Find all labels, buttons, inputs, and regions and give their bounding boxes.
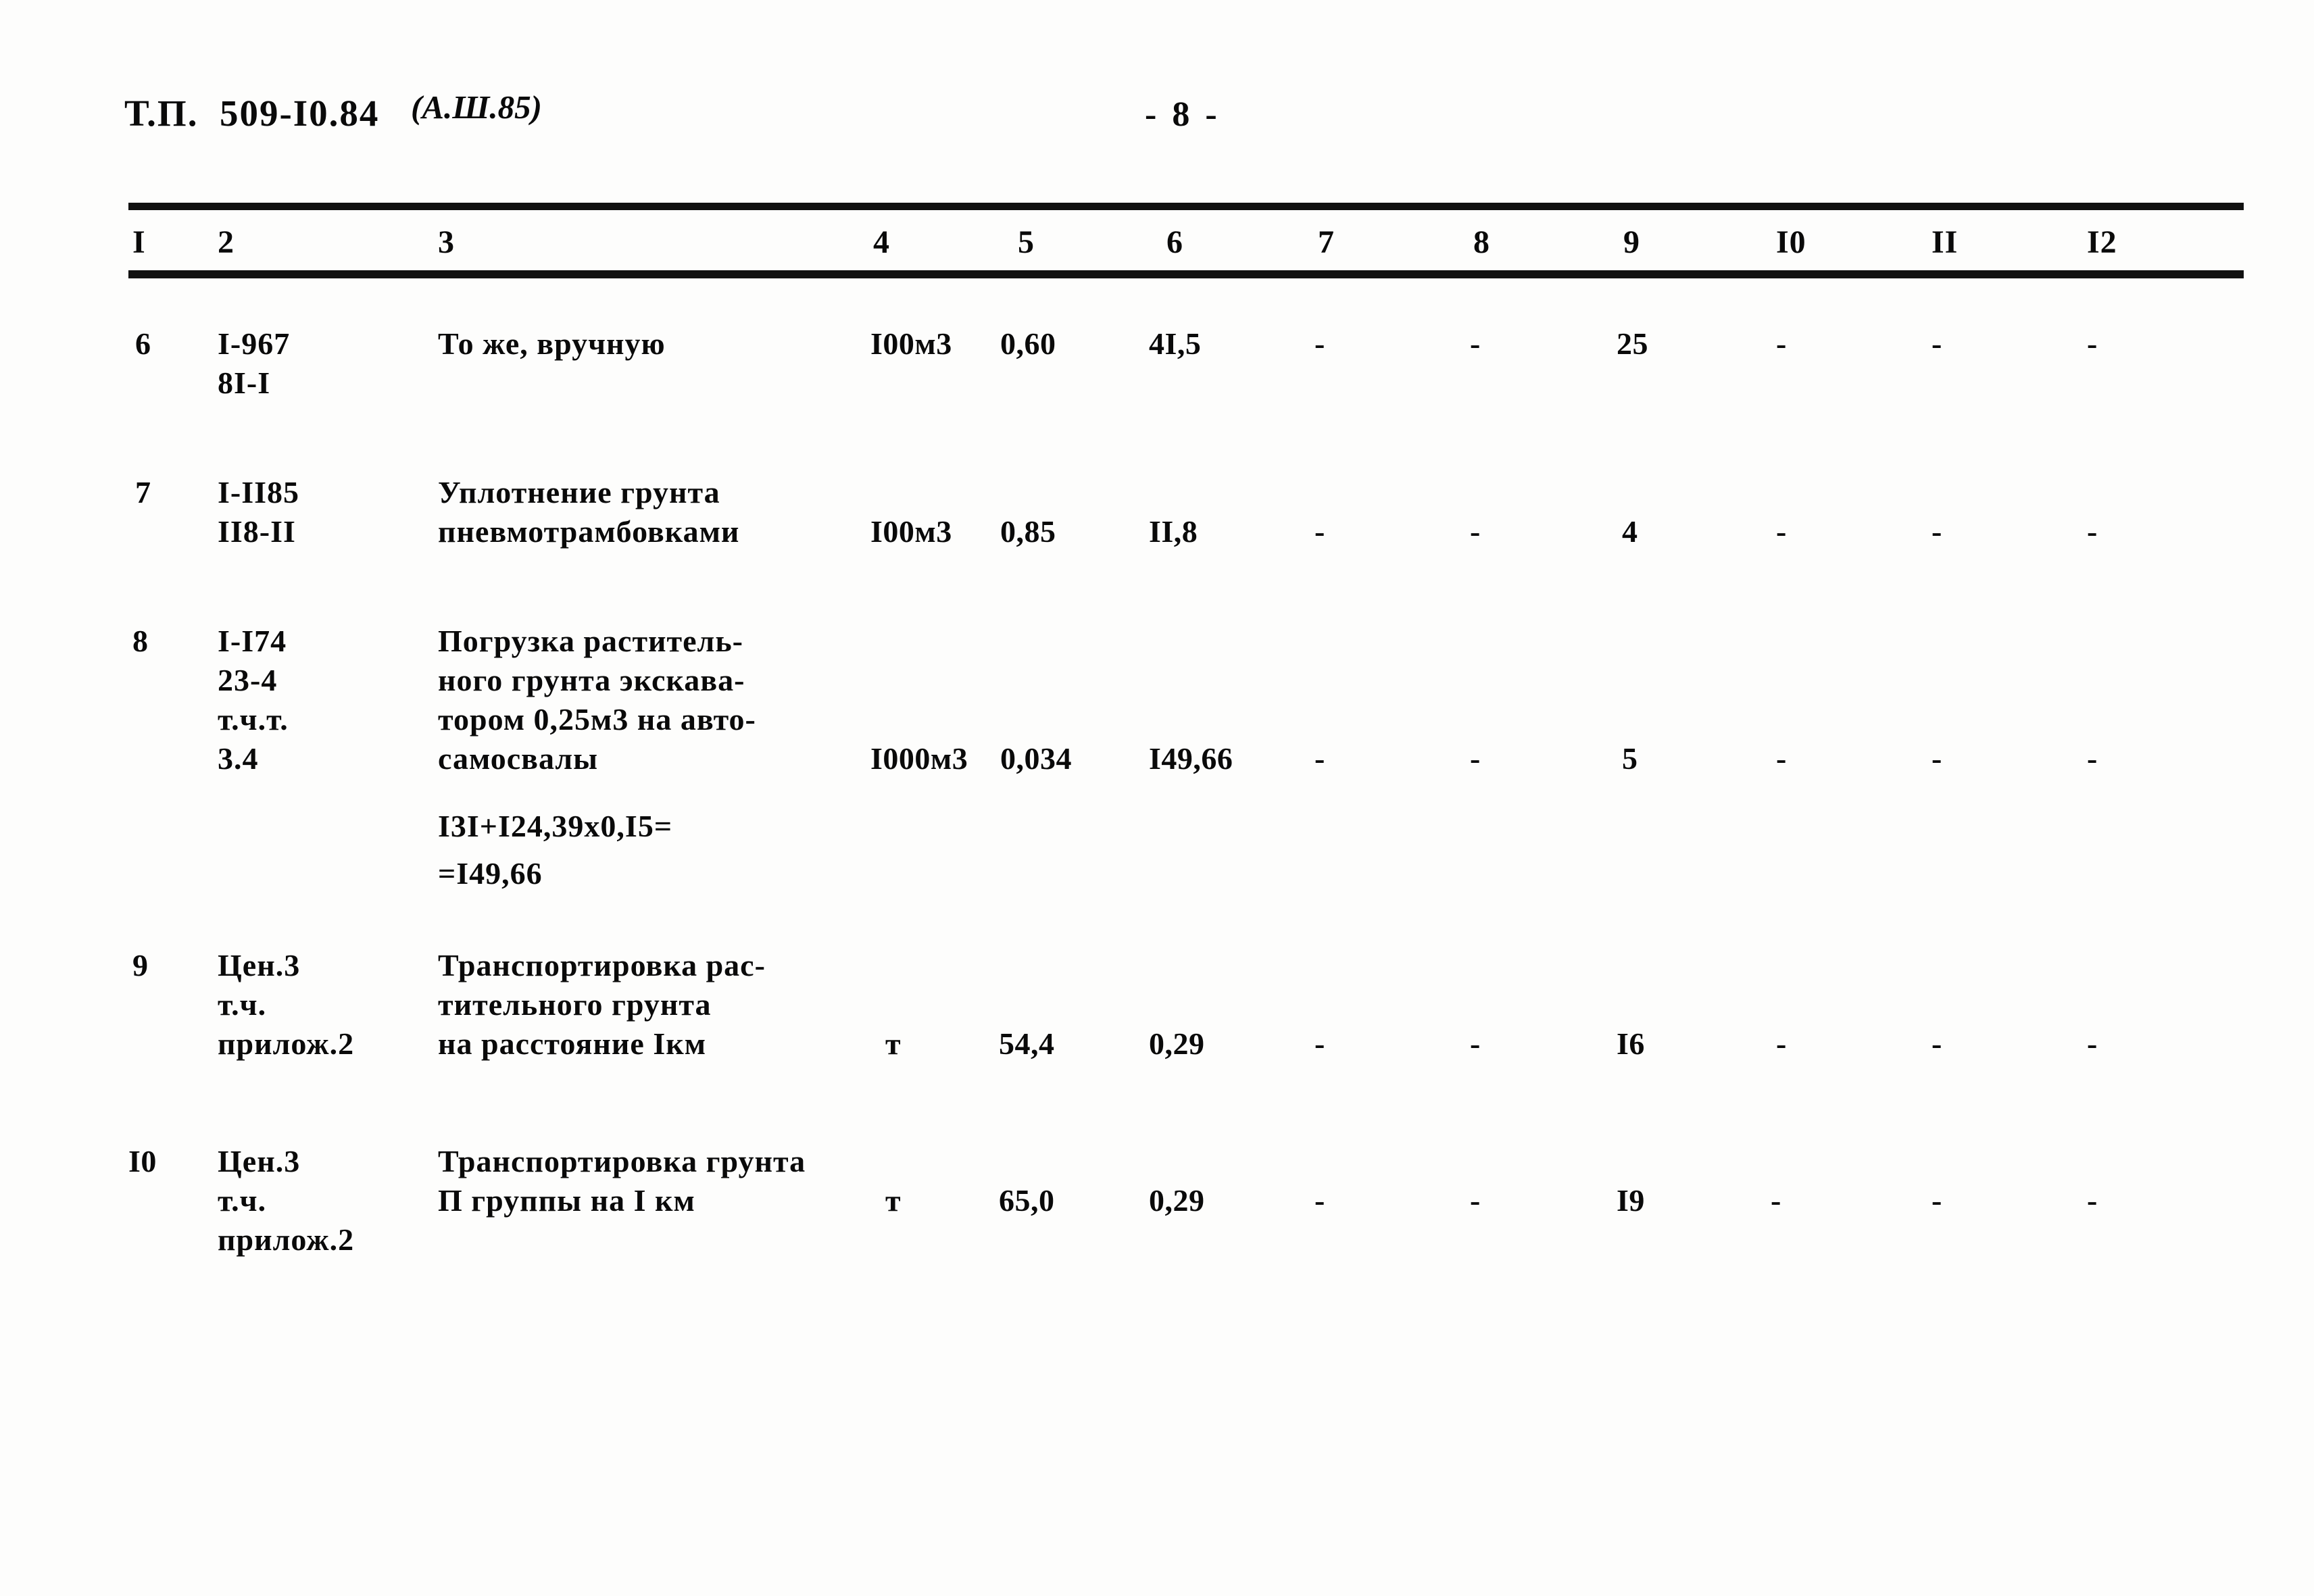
column-header-3: 3	[438, 224, 455, 260]
table-row-8-description-line-3: тором 0,25м3 на авто-	[438, 702, 756, 737]
table-row-10-col11: -	[1931, 1183, 1942, 1218]
table-row-9-unit: т	[885, 1026, 902, 1061]
table-row-6-code-line-1: I-967	[218, 326, 291, 361]
table-row-9-value: 0,29	[1149, 1026, 1205, 1061]
table-row-8-calculation-line-2: =I49,66	[438, 856, 543, 891]
table-row-7-code-line-1: I-II85	[218, 475, 300, 509]
table-row-9-qty: 54,4	[999, 1026, 1055, 1061]
table-row-6-unit: I00м3	[870, 326, 952, 361]
table-row-7-col10: -	[1776, 514, 1787, 549]
estimate-table: I 2 3 4 5 6 7 8 9 I0 II I2 6 I-967 8I-I …	[0, 0, 2314, 1596]
table-row-8-position: 8	[132, 624, 149, 658]
table-row-6-col7: -	[1314, 326, 1325, 361]
table-row-6-qty: 0,60	[1000, 326, 1056, 361]
table-row-8-description-line-2: ного грунта экскава-	[438, 663, 745, 697]
table-row-8-code-line-4: 3.4	[218, 741, 259, 776]
table-row-7-description-line-2: пневмотрамбовками	[438, 514, 740, 549]
table-row-7-description-line-1: Уплотнение грунта	[438, 475, 720, 509]
table-row-8-description-line-1: Погрузка раститель-	[438, 624, 744, 658]
table-row-9-description-line-3: на расстояние Iкм	[438, 1026, 707, 1061]
table-row-8-col8: -	[1470, 741, 1481, 776]
table-row-8-value: I49,66	[1149, 741, 1233, 776]
table-row-10-col10: -	[1771, 1183, 1781, 1218]
table-row-6-col11: -	[1931, 326, 1942, 361]
table-row-8-code-line-1: I-I74	[218, 624, 287, 658]
column-header-5: 5	[1018, 224, 1035, 260]
table-row-6-col12: -	[2087, 326, 2098, 361]
column-header-11: II	[1931, 224, 1959, 260]
table-row-7-col9: 4	[1622, 514, 1638, 549]
table-row-9-col12: -	[2087, 1026, 2098, 1061]
table-row-9-description-line-1: Транспортировка рас-	[438, 948, 766, 982]
table-row-8-description-line-4: самосвалы	[438, 741, 599, 776]
table-row-8-col7: -	[1314, 741, 1325, 776]
table-row-8-col9: 5	[1622, 741, 1638, 776]
table-row-9-col9: I6	[1617, 1026, 1645, 1061]
table-row-10-col7: -	[1314, 1183, 1325, 1218]
table-row-10-position: I0	[128, 1144, 157, 1178]
table-row-6-col10: -	[1776, 326, 1787, 361]
table-row-10-code-line-2: т.ч.	[218, 1183, 267, 1218]
table-row-10-code-line-1: Цен.3	[218, 1144, 301, 1178]
table-row-7-col8: -	[1470, 514, 1481, 549]
table-row-10-code-line-3: прилож.2	[218, 1222, 355, 1257]
table-row-9-col7: -	[1314, 1026, 1325, 1061]
document-page: Т.П. 509-I0.84 (А.Ш.85) - 8 - I 2 3 4 5 …	[0, 0, 2314, 1596]
table-row-8-col10: -	[1776, 741, 1787, 776]
table-row-7-value: II,8	[1149, 514, 1198, 549]
table-row-8-code-line-2: 23-4	[218, 663, 278, 697]
table-row-9-col11: -	[1931, 1026, 1942, 1061]
table-row-7-qty: 0,85	[1000, 514, 1056, 549]
table-row-9-position: 9	[132, 948, 149, 982]
column-header-12: I2	[2087, 224, 2117, 260]
column-header-6: 6	[1166, 224, 1183, 260]
table-row-9-code-line-1: Цен.3	[218, 948, 301, 982]
table-row-8-col11: -	[1931, 741, 1942, 776]
column-header-2: 2	[218, 224, 235, 260]
table-row-8-qty: 0,034	[1000, 741, 1072, 776]
table-row-8-calculation-line-1: I3I+I24,39х0,I5=	[438, 809, 673, 843]
table-row-6-col8: -	[1470, 326, 1481, 361]
table-row-10-value: 0,29	[1149, 1183, 1205, 1218]
table-row-10-col12: -	[2087, 1183, 2098, 1218]
table-row-6-value: 4I,5	[1149, 326, 1202, 361]
table-row-9-description-line-2: тительного грунта	[438, 987, 712, 1022]
table-row-6-code-line-2: 8I-I	[218, 366, 271, 400]
column-header-10: I0	[1776, 224, 1806, 260]
table-row-9-col8: -	[1470, 1026, 1481, 1061]
table-row-8-unit: I000м3	[870, 741, 968, 776]
table-row-10-col8: -	[1470, 1183, 1481, 1218]
table-row-8-code-line-3: т.ч.т.	[218, 702, 289, 737]
table-row-9-code-line-3: прилож.2	[218, 1026, 355, 1061]
table-row-10-description-line-1: Транспортировка грунта	[438, 1144, 806, 1178]
table-row-10-col9: I9	[1617, 1183, 1645, 1218]
table-row-6-description-line-1: То же, вручную	[438, 326, 666, 361]
table-row-10-qty: 65,0	[999, 1183, 1055, 1218]
table-row-6-col9: 25	[1617, 326, 1648, 361]
table-row-7-col7: -	[1314, 514, 1325, 549]
table-row-8-col12: -	[2087, 741, 2098, 776]
table-row-7-code-line-2: II8-II	[218, 514, 296, 549]
table-row-7-col11: -	[1931, 514, 1942, 549]
column-header-9: 9	[1623, 224, 1640, 260]
column-header-7: 7	[1318, 224, 1335, 260]
table-row-6-position: 6	[135, 326, 151, 361]
column-header-1: I	[132, 224, 146, 260]
table-row-7-col12: -	[2087, 514, 2098, 549]
table-row-9-col10: -	[1776, 1026, 1787, 1061]
column-header-4: 4	[873, 224, 890, 260]
table-row-7-unit: I00м3	[870, 514, 952, 549]
table-row-9-code-line-2: т.ч.	[218, 987, 267, 1022]
column-header-8: 8	[1473, 224, 1490, 260]
table-row-10-unit: т	[885, 1183, 902, 1218]
table-row-10-description-line-2: П группы на I км	[438, 1183, 695, 1218]
table-row-7-position: 7	[135, 475, 151, 509]
